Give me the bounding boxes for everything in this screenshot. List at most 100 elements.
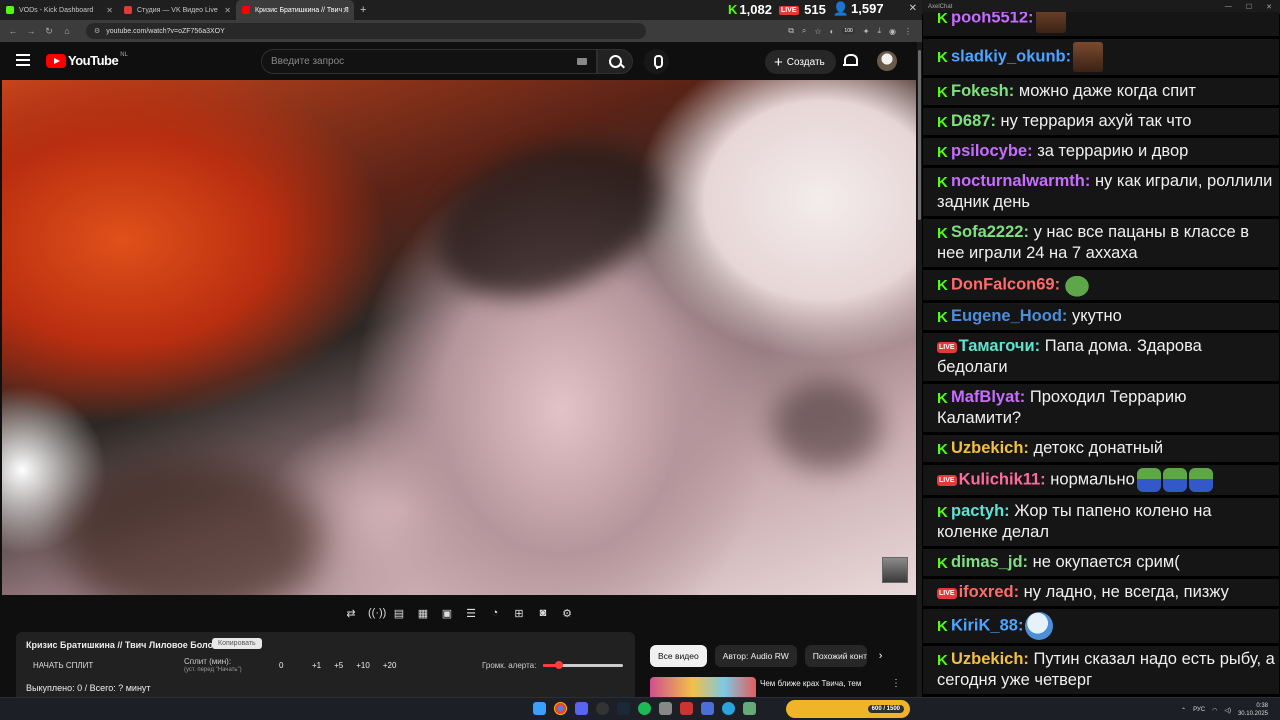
app-icon[interactable] bbox=[680, 702, 693, 715]
tab-vk-studio[interactable]: Студия — VK Видео Live ✕ bbox=[118, 0, 236, 20]
alert-volume-slider[interactable] bbox=[543, 661, 623, 669]
site-info-icon[interactable]: ⚙ bbox=[94, 27, 100, 35]
chat-username[interactable]: dimas_jd: bbox=[951, 553, 1028, 571]
youtube-logo[interactable]: YouTube NL bbox=[46, 52, 128, 68]
windows-start-icon[interactable] bbox=[533, 702, 546, 715]
bookmark-star-icon[interactable]: ☆ bbox=[814, 27, 821, 36]
download-icon[interactable]: ⤓ bbox=[877, 26, 881, 36]
start-split-button[interactable]: НАЧАТЬ СПЛИТ bbox=[33, 661, 93, 670]
tray-chevron-icon[interactable]: ⌃ bbox=[1181, 707, 1186, 714]
avatar[interactable] bbox=[877, 51, 897, 71]
chat-username[interactable]: Uzbekich: bbox=[951, 650, 1029, 668]
clapper-icon[interactable]: ▦ bbox=[416, 607, 430, 620]
menu-kebab-icon[interactable]: ⋮ bbox=[904, 27, 912, 36]
chat-username[interactable]: sladkiy_okunb: bbox=[951, 47, 1071, 65]
pip-icon[interactable]: ▣ bbox=[440, 607, 454, 620]
screenshot-icon[interactable]: ▤ bbox=[392, 607, 406, 620]
chat-username[interactable]: Eugene_Hood: bbox=[951, 307, 1067, 325]
chat-username[interactable]: Sofa2222: bbox=[951, 223, 1029, 241]
chat-username[interactable]: Kulichik11: bbox=[959, 470, 1046, 488]
chrome-icon[interactable] bbox=[554, 702, 567, 715]
chevron-right-icon[interactable]: › bbox=[879, 650, 883, 662]
subtitles-icon[interactable]: ☰ bbox=[464, 607, 478, 620]
chat-username[interactable]: Fokesh: bbox=[951, 82, 1014, 100]
stream-viewer-overlay: K 1,082 LIVE 515 👤 1,597 bbox=[728, 0, 884, 18]
close-tab-icon[interactable]: ✕ bbox=[106, 6, 113, 15]
hamburger-menu-icon[interactable] bbox=[16, 54, 30, 69]
chat-username[interactable]: psilocybe: bbox=[951, 142, 1033, 160]
input-language[interactable]: РУС bbox=[1193, 707, 1205, 713]
add-1-button[interactable]: +1 bbox=[312, 661, 321, 670]
broadcast-icon[interactable]: ((·)) bbox=[368, 607, 386, 619]
window-close-icon[interactable]: ✕ bbox=[909, 3, 917, 14]
app-icon[interactable] bbox=[701, 702, 714, 715]
clock[interactable]: 0:38 30.10.2025 bbox=[1238, 702, 1268, 718]
add-20-button[interactable]: +20 bbox=[383, 661, 397, 670]
more-options-icon[interactable]: ⋮ bbox=[891, 678, 901, 689]
close-icon[interactable]: ✕ bbox=[1266, 3, 1272, 11]
search-input[interactable]: Введите запрос bbox=[261, 49, 597, 74]
tab-youtube-video[interactable]: Кризис Братишкина // Твич Л ✕ bbox=[236, 0, 354, 20]
search-button[interactable] bbox=[597, 49, 633, 74]
chat-message-list[interactable]: LIVEGrinchhh:Kpooh5512:Ksladkiy_okunb:KF… bbox=[922, 12, 1280, 697]
split-minutes-value[interactable]: 0 bbox=[279, 661, 283, 670]
wifi-icon[interactable]: ◠ bbox=[1212, 707, 1217, 714]
chat-username[interactable]: pooh5512: bbox=[951, 12, 1034, 26]
add-clip-icon[interactable]: ⊞ bbox=[512, 607, 526, 620]
vk-live-icon: LIVE bbox=[778, 5, 799, 15]
app-icon[interactable] bbox=[743, 702, 756, 715]
chat-username[interactable]: KiriK_88: bbox=[951, 616, 1023, 634]
chat-username[interactable]: pactyh: bbox=[951, 502, 1010, 520]
maximize-icon[interactable]: ☐ bbox=[1246, 3, 1252, 11]
voice-search-icon[interactable] bbox=[644, 49, 669, 74]
zoom-icon[interactable]: ⌕ bbox=[802, 26, 806, 36]
tab-kick-dashboard[interactable]: VODs - Kick Dashboard ✕ bbox=[0, 0, 118, 20]
scrollbar-thumb[interactable] bbox=[918, 50, 921, 220]
profile-icon[interactable]: ◉ bbox=[889, 27, 896, 36]
close-tab-icon[interactable]: ✕ bbox=[342, 6, 349, 15]
donation-goal-widget[interactable]: 600 / 1500 bbox=[786, 700, 910, 718]
alert-volume-knob[interactable] bbox=[555, 661, 563, 669]
speed-icon[interactable]: ◔ bbox=[488, 607, 502, 619]
reload-icon[interactable]: ↻ bbox=[40, 26, 58, 37]
volume-icon[interactable]: ◁) bbox=[1224, 707, 1231, 714]
copy-tag-button[interactable]: Копировать bbox=[212, 638, 262, 649]
camera-icon[interactable]: ◙ bbox=[536, 607, 550, 619]
notifications-bell-icon[interactable] bbox=[843, 52, 858, 70]
chip-similar[interactable]: Похожий конте bbox=[804, 645, 867, 667]
app-icon[interactable] bbox=[659, 702, 672, 715]
loop-icon[interactable]: ⇄ bbox=[344, 607, 358, 620]
back-icon[interactable]: ← bbox=[4, 26, 22, 36]
chat-username[interactable]: ifoxred: bbox=[959, 583, 1020, 601]
chat-username[interactable]: DonFalcon69: bbox=[951, 275, 1060, 293]
install-app-icon[interactable]: ⧉ bbox=[788, 26, 794, 36]
chat-username[interactable]: Uzbekich: bbox=[951, 439, 1029, 457]
telegram-icon[interactable] bbox=[722, 702, 735, 715]
keyboard-icon[interactable] bbox=[577, 58, 587, 65]
extension-icon[interactable]: ◐ bbox=[830, 27, 835, 36]
obs-icon[interactable] bbox=[596, 702, 609, 715]
chip-author[interactable]: Автор: Audio RW bbox=[714, 645, 797, 667]
close-tab-icon[interactable]: ✕ bbox=[224, 6, 231, 15]
add-10-button[interactable]: +10 bbox=[356, 661, 370, 670]
chat-username[interactable]: MafBlyat: bbox=[951, 388, 1025, 406]
chat-username[interactable]: Тамагочи: bbox=[959, 337, 1041, 355]
video-player[interactable] bbox=[2, 80, 916, 595]
recommendation-title[interactable]: Чем ближе крах Твича, тем bbox=[760, 679, 880, 697]
spotify-icon[interactable] bbox=[638, 702, 651, 715]
add-5-button[interactable]: +5 bbox=[334, 661, 343, 670]
create-button[interactable]: + Создать bbox=[765, 50, 836, 74]
chat-username[interactable]: D687: bbox=[951, 112, 996, 130]
chat-username[interactable]: nocturnalwarmth: bbox=[951, 172, 1090, 190]
steam-icon[interactable] bbox=[617, 702, 630, 715]
settings-gear-icon[interactable]: ⚙ bbox=[560, 607, 574, 620]
url-field[interactable]: ⚙ youtube.com/watch?v=oZF756a3XOY bbox=[86, 23, 646, 39]
discord-icon[interactable] bbox=[575, 702, 588, 715]
home-icon[interactable]: ⌂ bbox=[58, 26, 76, 36]
extensions-puzzle-icon[interactable]: ✦ bbox=[863, 27, 870, 36]
minimize-icon[interactable]: — bbox=[1225, 3, 1232, 11]
forward-icon[interactable]: → bbox=[22, 26, 40, 36]
new-tab-button[interactable]: + bbox=[354, 4, 372, 16]
chip-all-videos[interactable]: Все видео bbox=[650, 645, 707, 667]
recommendation-thumbnail[interactable] bbox=[650, 677, 756, 697]
